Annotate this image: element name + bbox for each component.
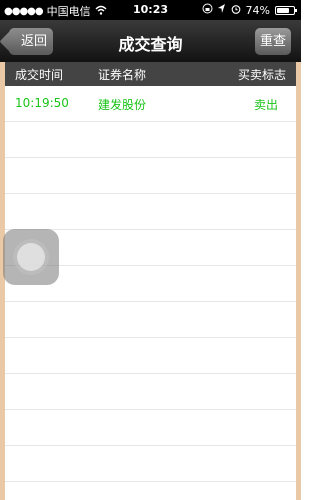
- requery-button[interactable]: 重查: [255, 28, 291, 55]
- status-bar: ●●●●● 中国电信 10:23 74%: [0, 0, 301, 20]
- empty-row: [5, 446, 296, 482]
- table-row[interactable]: 10:19:50 建发股份 卖出: [5, 86, 296, 122]
- battery-icon: [275, 5, 297, 15]
- assistive-touch-icon: [17, 243, 45, 271]
- empty-row: [5, 302, 296, 338]
- security-name-cell: 建发股份: [98, 98, 147, 112]
- empty-row: [5, 374, 296, 410]
- table-header: 成交时间 证券名称 买卖标志: [5, 62, 296, 86]
- right-frame-border: [296, 0, 301, 500]
- trade-list: 10:19:50 建发股份 卖出: [5, 86, 296, 500]
- battery-fill: [277, 7, 289, 13]
- location-arrow-icon: [217, 3, 226, 17]
- empty-row: [5, 122, 296, 158]
- battery-percent: 74%: [245, 3, 270, 17]
- empty-row: [5, 338, 296, 374]
- status-right: 74%: [202, 3, 297, 17]
- empty-row: [5, 194, 296, 230]
- header-security-name: 证券名称: [98, 68, 147, 82]
- trade-time-cell: 10:19:50: [15, 96, 69, 110]
- empty-row: [5, 158, 296, 194]
- header-trade-time: 成交时间: [15, 68, 64, 82]
- alarm-icon: [231, 4, 241, 17]
- buy-sell-cell: 卖出: [253, 98, 278, 112]
- empty-row: [5, 410, 296, 446]
- lock-rotation-icon: [202, 3, 213, 17]
- header-buy-sell-flag: 买卖标志: [237, 68, 286, 82]
- nav-bar: 返回 成交查询 重查: [0, 20, 301, 62]
- assistive-touch-button[interactable]: [3, 229, 59, 285]
